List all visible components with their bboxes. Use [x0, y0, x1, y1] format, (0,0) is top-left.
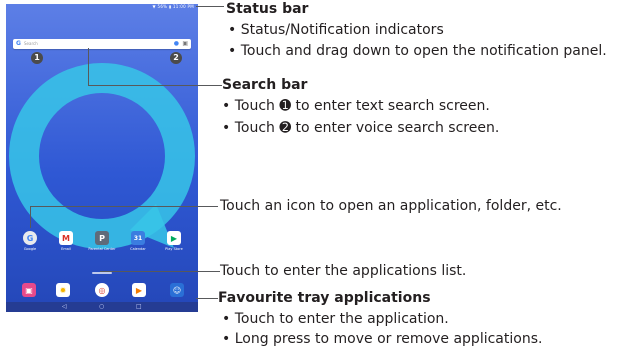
callout-marker-1: 1 [31, 52, 43, 64]
app-label: Email [61, 247, 71, 251]
app-label: Parental Center [88, 247, 116, 251]
search-hint: Search [24, 41, 38, 46]
play-store-icon: ▶ [167, 231, 181, 245]
app-calendar[interactable]: 31 Calendar [123, 231, 153, 251]
recents-icon[interactable]: □ [136, 303, 142, 311]
app-email[interactable]: M Email [51, 231, 81, 251]
leader-icons [30, 206, 218, 207]
favourite-tray-bullet-2: • Long press to move or remove applicati… [222, 331, 543, 347]
app-play-store[interactable]: ▶ Play Store [159, 231, 189, 251]
status-bar-bullet-1: • Status/Notification indicators [228, 22, 444, 38]
email-icon: M [59, 231, 73, 245]
app-drawer-handle[interactable] [92, 272, 112, 274]
favourite-tray-bullet-1: • Touch to enter the application. [222, 311, 449, 327]
app-icons-row: G Google M Email P Parental Center 31 Ca… [15, 231, 189, 267]
contacts-icon[interactable]: ☺ [170, 283, 184, 297]
leader-favourite-tray [196, 298, 218, 299]
google-folder-icon: G [23, 231, 37, 245]
parental-center-icon: P [95, 231, 109, 245]
search-bar-heading: Search bar [222, 77, 308, 93]
app-parental-center[interactable]: P Parental Center [87, 231, 117, 251]
search-bar-bullet-1: • Touch ➊ to enter text search screen. [222, 98, 490, 114]
tablet-screen: ▼ 56% ▮ 11:00 PM G Search ● ▣ 1 2 G Goog… [6, 4, 198, 312]
callout-marker-2: 2 [170, 52, 182, 64]
apps-list-note: Touch to enter the applications list. [220, 263, 467, 279]
app-label: Calendar [130, 247, 146, 251]
icons-note: Touch an icon to open an application, fo… [220, 198, 562, 214]
photos-icon[interactable]: ✹ [56, 283, 70, 297]
back-icon[interactable]: ◁ [62, 303, 67, 311]
status-bar-bullet-2: • Touch and drag down to open the notifi… [228, 43, 607, 59]
app-label: Google [23, 247, 37, 251]
app-google[interactable]: G Google [15, 231, 45, 251]
app-label: Play Store [165, 247, 183, 251]
calendar-icon: 31 [131, 231, 145, 245]
video-icon[interactable]: ▶ [132, 283, 146, 297]
mic-icon[interactable]: ● [174, 40, 179, 48]
leader-search-bar [88, 85, 222, 86]
search-bar[interactable]: G Search ● ▣ [13, 39, 191, 49]
home-icon[interactable]: ○ [99, 303, 104, 311]
leader-status-bar [196, 6, 224, 7]
leader-apps-list [100, 271, 220, 272]
search-bar-bullet-2: • Touch ➋ to enter voice search screen. [222, 120, 500, 136]
favourite-tray-heading: Favourite tray applications [218, 290, 431, 306]
camera-icon[interactable]: ▣ [22, 283, 36, 297]
favourite-tray: ▣ ✹ ◎ ▶ ☺ [6, 278, 198, 302]
lens-icon[interactable]: ▣ [182, 40, 188, 48]
navigation-bar: ◁ ○ □ [6, 302, 198, 312]
google-g-icon: G [16, 40, 21, 47]
chrome-icon[interactable]: ◎ [95, 283, 109, 297]
leader-search-bar-vertical [88, 48, 89, 85]
leader-icons-vertical [30, 206, 31, 228]
status-bar-heading: Status bar [226, 1, 309, 17]
